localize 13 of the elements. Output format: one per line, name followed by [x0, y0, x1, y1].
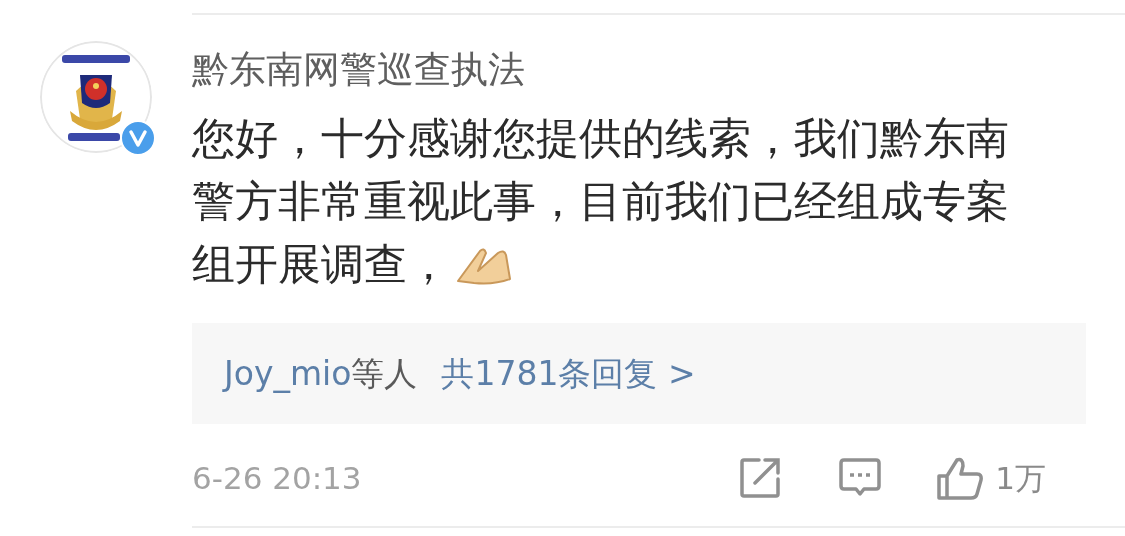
- share-icon[interactable]: [739, 457, 782, 499]
- author-name[interactable]: 黔东南网警巡查执法: [192, 47, 525, 93]
- like-button[interactable]: 1万: [937, 454, 1046, 502]
- reply-users-suffix: 等人: [351, 352, 418, 395]
- thumbs-up-icon: [937, 456, 984, 500]
- comment-text-line: 您好，十分感谢您提供的线索，我们黔东南: [192, 112, 1009, 165]
- replies-panel[interactable]: Joy_mio等人 共1781条回复 >: [192, 323, 1086, 424]
- comment-text-line: 警方非常重视此事，目前我们已经组成专案: [192, 175, 1009, 228]
- comment-icon[interactable]: [839, 458, 882, 498]
- comment-text-line: 组开展调查，: [192, 238, 450, 291]
- comment-time: 6-26 20:13: [192, 458, 362, 498]
- view-replies-link[interactable]: 共1781条回复 >: [441, 348, 696, 399]
- reply-users[interactable]: Joy_mio: [224, 348, 352, 399]
